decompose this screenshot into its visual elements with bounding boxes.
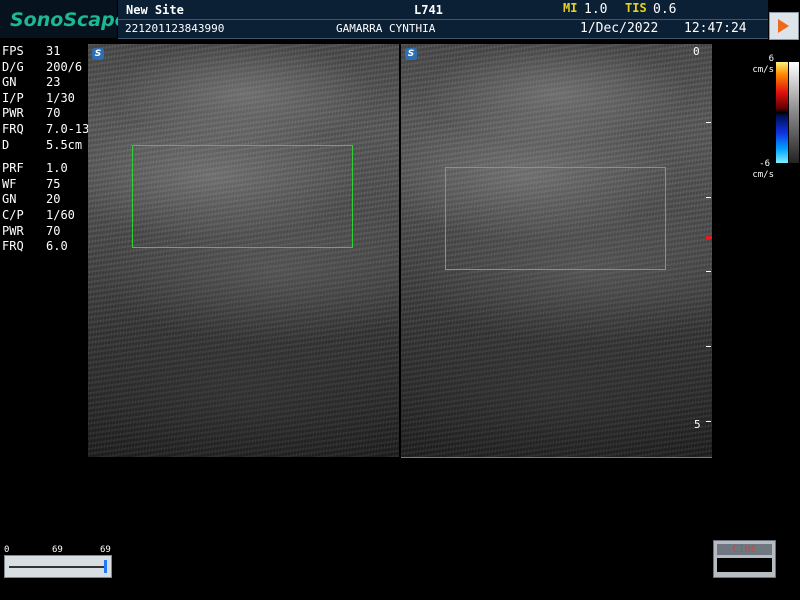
- param-key: C/P: [2, 207, 24, 222]
- depth-scale-bottom-label: 5: [694, 418, 701, 431]
- cine-end: 69: [100, 545, 111, 555]
- param-key: FPS: [2, 44, 24, 58]
- param-row: D 5.5cm: [2, 138, 89, 154]
- ultrasound-image-left[interactable]: S: [88, 44, 399, 457]
- header-row-top: New Site L741 MI 1.0 TIS 0.6: [118, 0, 768, 20]
- param-value: 7.0-13: [46, 121, 90, 136]
- logo-area: SonoScape: [0, 0, 128, 38]
- depth-tick: [706, 122, 711, 123]
- param-value: 70: [46, 106, 61, 121]
- param-row: I/P 1/30: [2, 91, 89, 107]
- param-key: WF: [2, 176, 17, 191]
- param-value: 1.0: [46, 161, 68, 176]
- param-value: 1/30: [46, 90, 75, 105]
- imaging-parameters: FPS 31 D/G 200/6 GN 23 I/P 1/30 PWR 70 FRQ 7.0-13 D 5…: [2, 44, 89, 255]
- param-row: PRF 1.0: [2, 161, 89, 177]
- param-key: D: [2, 137, 10, 152]
- param-key: PWR: [2, 223, 24, 238]
- cine-label: CINE: [717, 544, 772, 555]
- param-key: PWR: [2, 106, 24, 121]
- param-key: I/P: [2, 90, 24, 105]
- param-row: WF 75: [2, 177, 89, 193]
- play-icon: [778, 19, 789, 33]
- patient-id: 221201123843990: [125, 22, 225, 35]
- param-row: PWR 70: [2, 106, 89, 122]
- focus-marker[interactable]: [706, 236, 712, 239]
- param-row: PWR 70: [2, 224, 89, 240]
- exam-time: 12:47:24: [684, 21, 747, 36]
- param-value: 70: [46, 223, 61, 238]
- mi-value: 1.0: [584, 2, 608, 17]
- cine-frame-box: [717, 558, 772, 572]
- cine-current: 69: [52, 545, 63, 555]
- param-key: GN: [2, 75, 17, 90]
- param-row: FPS 31: [2, 44, 89, 60]
- param-row: FRQ 6.0: [2, 239, 89, 255]
- cine-panel[interactable]: CINE: [713, 540, 776, 578]
- color-bar-max: 6: [768, 54, 774, 64]
- cine-track: [9, 566, 105, 568]
- patient-name: GAMARRA CYNTHIA: [336, 22, 436, 35]
- tis-label: TIS: [625, 1, 647, 15]
- depth-tick: [706, 271, 711, 272]
- param-key: FRQ: [2, 239, 24, 254]
- param-value: 23: [46, 75, 61, 90]
- depth-tick: [706, 197, 711, 198]
- param-row: FRQ 7.0-13: [2, 122, 89, 138]
- tis-value: 0.6: [653, 2, 677, 17]
- grayscale-bar: [789, 62, 799, 163]
- sonoscape-s-icon: S: [405, 48, 417, 60]
- param-key: GN: [2, 192, 17, 207]
- param-row: D/G 200/6: [2, 60, 89, 76]
- param-key: D/G: [2, 59, 24, 74]
- param-value: 1/60: [46, 207, 75, 222]
- color-velocity-bar: [776, 62, 788, 163]
- depth-tick: [706, 421, 711, 422]
- param-row: GN 20: [2, 192, 89, 208]
- ultrasound-image-right[interactable]: S: [401, 44, 712, 458]
- param-key: FRQ: [2, 121, 24, 136]
- param-value: 20: [46, 192, 61, 207]
- param-row: GN 23: [2, 75, 89, 91]
- brand-logo: SonoScape: [10, 9, 128, 31]
- mi-label: MI: [563, 1, 578, 15]
- depth-tick: [706, 346, 711, 347]
- cine-handle[interactable]: [104, 560, 107, 573]
- param-row: C/P 1/60: [2, 208, 89, 224]
- header-row-bottom: 221201123843990 GAMARRA CYNTHIA 1/Dec/20…: [118, 20, 768, 39]
- color-bar-min: -6: [759, 159, 770, 169]
- param-value: 6.0: [46, 239, 68, 254]
- color-bar-unit-bottom: cm/s: [752, 170, 774, 180]
- site-name: New Site: [126, 3, 184, 17]
- cine-scrollbar[interactable]: [4, 555, 112, 578]
- param-value: 75: [46, 176, 61, 191]
- param-value: 31: [46, 44, 61, 58]
- probe-name: L741: [414, 3, 443, 17]
- cine-start: 0: [4, 545, 10, 555]
- color-roi-box-right[interactable]: [445, 167, 666, 270]
- param-value: 5.5cm: [46, 137, 83, 152]
- sonoscape-s-icon: S: [92, 48, 104, 60]
- depth-scale-top-label: 0: [693, 45, 700, 58]
- color-roi-box-left[interactable]: [132, 145, 353, 248]
- param-value: 200/6: [46, 59, 83, 74]
- param-key: PRF: [2, 161, 24, 176]
- color-bar-unit-top: cm/s: [752, 65, 774, 75]
- exam-date: 1/Dec/2022: [580, 21, 659, 36]
- cine-play-button[interactable]: [769, 12, 799, 40]
